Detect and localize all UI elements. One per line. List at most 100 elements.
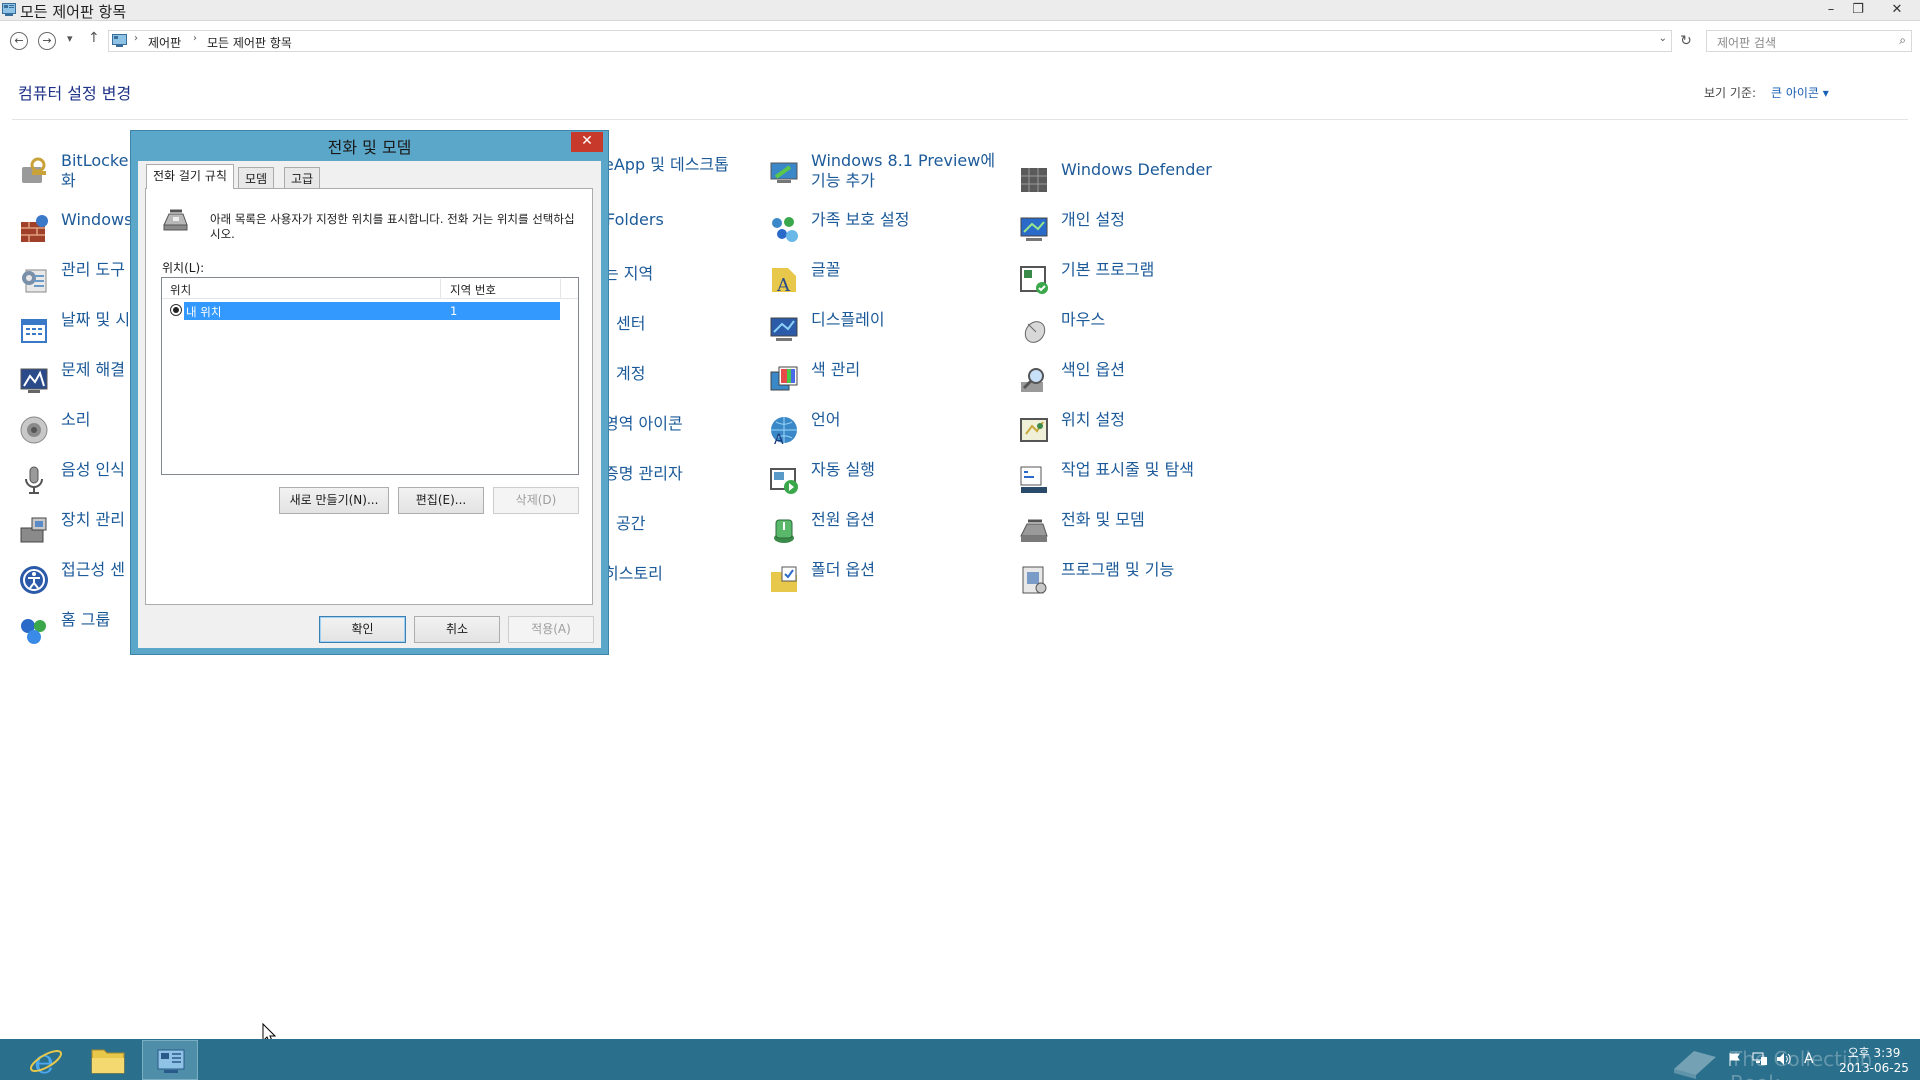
- refresh-button[interactable]: ↻: [1674, 30, 1698, 52]
- location-radio[interactable]: [170, 304, 182, 316]
- address-bar[interactable]: › 제어판 › 모든 제어판 항목 ⌄: [108, 30, 1672, 52]
- volume-icon[interactable]: [1776, 1052, 1792, 1066]
- phone-modem-icon: [1020, 519, 1048, 542]
- close-window-button[interactable]: ✕: [1880, 0, 1914, 21]
- item-region[interactable]: 는 지역: [604, 260, 704, 283]
- item-indexing-options[interactable]: 색인 옵션: [1018, 360, 1258, 404]
- item-phone-modem[interactable]: 전화 및 모뎀: [1018, 510, 1258, 554]
- book-watermark-icon: [1674, 1051, 1716, 1079]
- item-display[interactable]: 디스플레이: [768, 310, 1008, 354]
- apply-button[interactable]: 적용(A): [508, 616, 594, 643]
- item-file-history[interactable]: 히스토리: [604, 560, 704, 583]
- internet-explorer-icon: e: [29, 1042, 63, 1080]
- microphone-icon: [25, 466, 43, 494]
- homegroup-icon: [21, 619, 46, 644]
- search-placeholder: 제어판 검색: [1717, 36, 1777, 50]
- new-location-button[interactable]: 새로 만들기(N)...: [279, 487, 389, 514]
- window-title: 모든 제어판 항목: [20, 3, 127, 21]
- breadcrumb-control-panel[interactable]: 제어판: [148, 34, 181, 51]
- locations-list[interactable]: 위치 지역 번호 내 위치 1: [161, 277, 579, 475]
- item-color-management[interactable]: 색 관리: [768, 360, 1008, 404]
- item-label: 폴더 옵션: [811, 560, 875, 579]
- taskbar-internet-explorer[interactable]: e: [18, 1040, 74, 1080]
- forward-button[interactable]: →: [38, 32, 56, 50]
- item-power-options[interactable]: 전원 옵션: [768, 510, 1008, 554]
- item-family-safety[interactable]: 가족 보호 설정: [768, 210, 1008, 254]
- taskbar-icon: [1020, 466, 1047, 493]
- svg-text:A: A: [774, 432, 784, 446]
- item-autoplay[interactable]: 자동 실행: [768, 460, 1008, 504]
- item-label: 기본 프로그램: [1061, 260, 1155, 279]
- window-title-bar: 모든 제어판 항목 – ❐ ✕: [0, 0, 1920, 21]
- dialog-description: 아래 목록은 사용자가 지정한 위치를 표시합니다. 전화 거는 위치를 선택하…: [210, 212, 575, 241]
- item-personalization[interactable]: 개인 설정: [1018, 210, 1258, 254]
- input-method-indicator[interactable]: A: [1804, 1051, 1814, 1067]
- control-panel-icon: [112, 34, 127, 47]
- back-button[interactable]: ←: [10, 32, 28, 50]
- item-label: 문제 해결: [61, 360, 125, 379]
- recent-locations-button[interactable]: ▾: [67, 32, 73, 45]
- item-accounts[interactable]: 계정: [616, 360, 716, 383]
- mouse-icon: [1024, 321, 1046, 343]
- item-add-features[interactable]: Windows 8.1 Preview에 기능 추가: [768, 151, 1008, 195]
- taskbar-control-panel[interactable]: [142, 1040, 198, 1080]
- add-features-icon: [770, 162, 798, 183]
- item-taskbar-navigation[interactable]: 작업 표시줄 및 탐색: [1018, 460, 1258, 504]
- search-input[interactable]: 제어판 검색 ⌕: [1706, 30, 1912, 52]
- view-by-dropdown[interactable]: 큰 아이콘 ▾: [1771, 84, 1829, 101]
- clock-date[interactable]: 2013-06-25: [1836, 1061, 1912, 1075]
- item-mouse[interactable]: 마우스: [1018, 310, 1258, 354]
- column-divider[interactable]: [440, 279, 441, 298]
- header-divider: [12, 119, 1908, 120]
- action-center-flag-icon[interactable]: [1728, 1052, 1742, 1066]
- item-fonts[interactable]: A 글꼴: [768, 260, 1008, 304]
- restore-button[interactable]: ❐: [1845, 0, 1871, 21]
- item-label: 화: [61, 171, 76, 190]
- item-remoteapp[interactable]: eApp 및 데스크톱: [604, 151, 764, 174]
- search-icon[interactable]: ⌕: [1899, 33, 1906, 48]
- edit-location-button[interactable]: 편집(E)...: [398, 487, 484, 514]
- item-center[interactable]: 센터: [616, 310, 716, 333]
- item-storage-spaces[interactable]: 공간: [616, 510, 716, 533]
- item-location-settings[interactable]: 위치 설정: [1018, 410, 1258, 454]
- breadcrumb-all-items[interactable]: 모든 제어판 항목: [207, 34, 292, 51]
- network-icon[interactable]: [1752, 1052, 1768, 1066]
- minimize-button[interactable]: –: [1818, 0, 1844, 21]
- phone-modem-dialog: 전화 및 모뎀 ✕ 전화 걸기 규칙 모뎀 고급 아래 목록은 사용자가 지정한…: [130, 130, 609, 655]
- item-work-folders[interactable]: Folders: [606, 210, 706, 230]
- autoplay-icon: [770, 468, 798, 494]
- up-button[interactable]: ↑: [88, 30, 100, 46]
- clock-time[interactable]: 오후 3:39: [1836, 1044, 1912, 1061]
- item-label: 위치 설정: [1061, 410, 1125, 429]
- tab-modems[interactable]: 모뎀: [238, 167, 275, 188]
- default-programs-icon: [1020, 266, 1048, 294]
- file-explorer-icon: [91, 1049, 125, 1074]
- control-panel-icon: [157, 1049, 185, 1073]
- tab-dialing-rules[interactable]: 전화 걸기 규칙: [146, 164, 234, 189]
- item-credential-manager[interactable]: 증명 관리자: [604, 460, 724, 483]
- item-label: BitLocker: [61, 151, 136, 170]
- item-language[interactable]: A 언어: [768, 410, 1008, 454]
- address-dropdown-button[interactable]: ⌄: [1659, 33, 1667, 44]
- column-header-area-code[interactable]: 지역 번호: [450, 282, 496, 298]
- calendar-icon: [21, 319, 47, 343]
- column-divider[interactable]: [560, 279, 561, 298]
- table-row[interactable]: 내 위치 1: [184, 302, 560, 320]
- item-notification-icons[interactable]: 영역 아이콘: [604, 410, 724, 433]
- programs-features-icon: [1022, 566, 1047, 594]
- item-windows-defender[interactable]: Windows Defender: [1018, 160, 1258, 204]
- accessibility-icon: [20, 566, 48, 594]
- ok-button[interactable]: 확인: [319, 616, 406, 643]
- item-label: 디스플레이: [811, 310, 885, 329]
- indexing-icon: [1021, 368, 1044, 392]
- tab-advanced[interactable]: 고급: [284, 167, 321, 188]
- column-header-location[interactable]: 위치: [170, 282, 191, 298]
- taskbar-file-explorer[interactable]: [80, 1040, 136, 1080]
- delete-location-button[interactable]: 삭제(D): [493, 487, 579, 514]
- item-folder-options[interactable]: 폴더 옵션: [768, 560, 1008, 604]
- item-default-programs[interactable]: 기본 프로그램: [1018, 260, 1258, 304]
- taskbar: e The Collection Book A 오후 3:39 2013-06-…: [0, 1039, 1920, 1080]
- dialog-close-button[interactable]: ✕: [571, 132, 603, 152]
- cancel-button[interactable]: 취소: [414, 616, 500, 643]
- item-programs-features[interactable]: 프로그램 및 기능: [1018, 560, 1258, 604]
